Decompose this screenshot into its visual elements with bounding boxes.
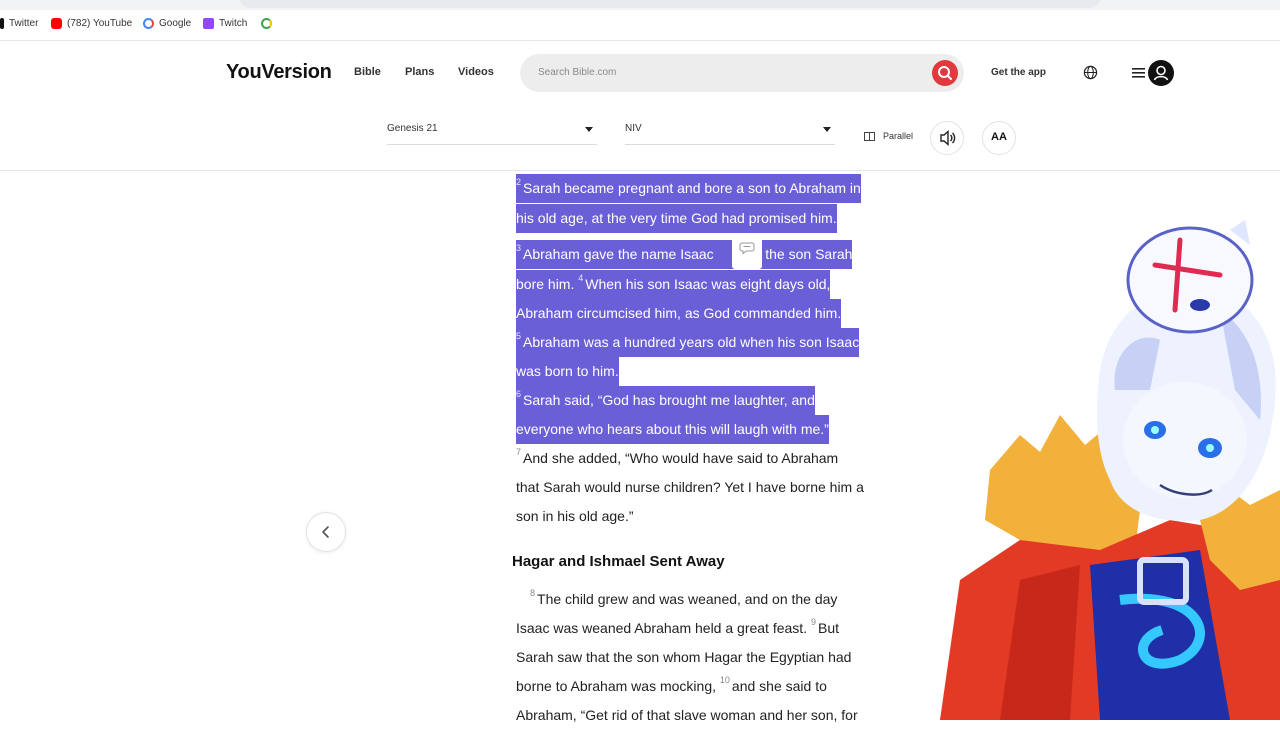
verse-number: 3	[516, 243, 522, 253]
verse-line: 3 Abraham gave the name Isaac to the son S…	[516, 240, 853, 269]
verse-text[interactable]: and she said to	[732, 678, 827, 694]
bookmark-twitch[interactable]: Twitch	[203, 18, 247, 29]
browser-tab-strip	[0, 0, 1280, 10]
verse-number: 2	[516, 177, 522, 187]
parallel-icon	[864, 131, 875, 141]
version-selector[interactable]: NIV	[625, 114, 835, 145]
verse-text[interactable]: son in his old age.”	[516, 508, 634, 524]
google-icon	[261, 18, 272, 29]
verse-line: 6 Sarah said, “God has brought me laughte…	[516, 386, 815, 415]
twitter-icon	[0, 18, 4, 29]
verse-text[interactable]: Sarah said, “God has brought me laughter…	[523, 392, 815, 408]
audio-button[interactable]	[930, 121, 964, 155]
verse-text[interactable]: to the son Sarah	[750, 246, 853, 262]
bookmark-google[interactable]: Google	[143, 18, 191, 29]
verse-note-button[interactable]	[732, 235, 762, 269]
user-icon	[1153, 65, 1169, 81]
nav-plans[interactable]: Plans	[405, 66, 434, 78]
verse-line: 8 The child grew and was weaned, and on t…	[516, 585, 837, 614]
speaker-icon	[940, 129, 956, 147]
vtuber-avatar-overlay	[940, 220, 1280, 720]
verse-number: 5	[516, 331, 522, 341]
verse-line: borne to Abraham was mocking, 10 and she …	[516, 672, 827, 701]
bookmark-youtube[interactable]: (782) YouTube	[51, 18, 132, 29]
verse-text[interactable]: When his son Isaac was eight days old,	[585, 276, 830, 292]
font-settings-button[interactable]: AA	[982, 121, 1016, 155]
verse-number: 6	[516, 389, 522, 399]
verse-number: 9	[810, 617, 816, 628]
chevron-down-icon	[585, 127, 593, 132]
bookmark-twitter[interactable]: Twitter	[0, 18, 38, 29]
verse-number: 10	[719, 675, 730, 686]
verse-text[interactable]: Abraham was a hundred years old when his…	[523, 334, 859, 350]
verse-text[interactable]: his old age, at the very time God had pr…	[516, 210, 837, 226]
google-icon	[143, 18, 154, 29]
verse-text[interactable]: Abraham gave the name Isaac	[523, 246, 714, 262]
verse-line: that Sarah would nurse children? Yet I h…	[516, 473, 864, 502]
globe-icon[interactable]	[1083, 65, 1098, 80]
verse-line: Isaac was weaned Abraham held a great fe…	[516, 614, 839, 643]
header-divider	[0, 170, 1280, 171]
verse-number: 8	[530, 588, 536, 598]
comment-icon	[739, 242, 755, 255]
chevron-left-icon	[322, 526, 329, 538]
verse-line: Abraham circumcised him, as God commande…	[516, 299, 842, 328]
verse-text[interactable]: everyone who hears about this will laugh…	[516, 421, 829, 437]
verse-line: 7 And she added, “Who would have said to …	[516, 444, 838, 473]
verse-text[interactable]: was born to him.	[516, 363, 619, 379]
chapter-selector[interactable]: Genesis 21	[387, 114, 597, 145]
bookmarks-bar: Twitter (782) YouTube Google Twitch	[0, 10, 1280, 41]
youtube-icon	[51, 18, 62, 29]
search-icon	[938, 66, 952, 80]
verse-text[interactable]: Abraham, “Get rid of that slave woman an…	[516, 707, 858, 723]
verse-text[interactable]: Isaac was weaned Abraham held a great fe…	[516, 620, 811, 636]
nav-videos[interactable]: Videos	[458, 66, 494, 78]
search-button[interactable]	[932, 60, 958, 86]
chevron-down-icon	[823, 127, 831, 132]
bookmark-google-2[interactable]	[261, 18, 272, 29]
verse-line: his old age, at the very time God had pr…	[516, 204, 837, 233]
previous-chapter-button[interactable]	[306, 512, 346, 552]
verse-text[interactable]: borne to Abraham was mocking,	[516, 678, 720, 694]
verse-line: Sarah saw that the son whom Hagar the Eg…	[516, 643, 851, 672]
search-input[interactable]: Search Bible.com	[520, 54, 964, 92]
address-bar[interactable]	[240, 0, 1100, 8]
verse-text[interactable]: But	[818, 620, 839, 636]
verse-line: 2 Sarah became pregnant and bore a son to…	[516, 174, 861, 203]
verse-line: 5 Abraham was a hundred years old when hi…	[516, 328, 860, 357]
user-avatar[interactable]	[1148, 60, 1174, 86]
get-app-link[interactable]: Get the app	[991, 67, 1046, 78]
verse-line: was born to him.	[516, 357, 619, 386]
verse-line: bore him. 4 When his son Isaac was eight …	[516, 270, 831, 299]
verse-number: 7	[516, 447, 522, 457]
twitch-icon	[203, 18, 214, 29]
nav-bible[interactable]: Bible	[354, 66, 381, 78]
verse-text[interactable]: And she added, “Who would have said to A…	[523, 450, 838, 466]
section-heading: Hagar and Ishmael Sent Away	[512, 553, 725, 570]
verse-text[interactable]: Sarah became pregnant and bore a son to …	[523, 180, 861, 196]
verse-text[interactable]: Abraham circumcised him, as God commande…	[516, 305, 841, 321]
hamburger-menu-icon[interactable]	[1132, 67, 1145, 79]
verse-text[interactable]: The child grew and was weaned, and on th…	[537, 591, 837, 607]
verse-text[interactable]: bore him.	[516, 276, 578, 292]
verse-line: Abraham, “Get rid of that slave woman an…	[516, 701, 858, 730]
parallel-toggle[interactable]: Parallel	[864, 131, 913, 141]
verse-line: son in his old age.”	[516, 502, 634, 531]
youversion-logo[interactable]: YouVersion	[226, 61, 332, 84]
verse-text[interactable]: Sarah saw that the son whom Hagar the Eg…	[516, 649, 851, 665]
verse-text[interactable]: that Sarah would nurse children? Yet I h…	[516, 479, 864, 495]
verse-number: 4	[578, 273, 584, 283]
verse-line: everyone who hears about this will laugh…	[516, 415, 829, 444]
search-placeholder: Search Bible.com	[538, 67, 617, 78]
